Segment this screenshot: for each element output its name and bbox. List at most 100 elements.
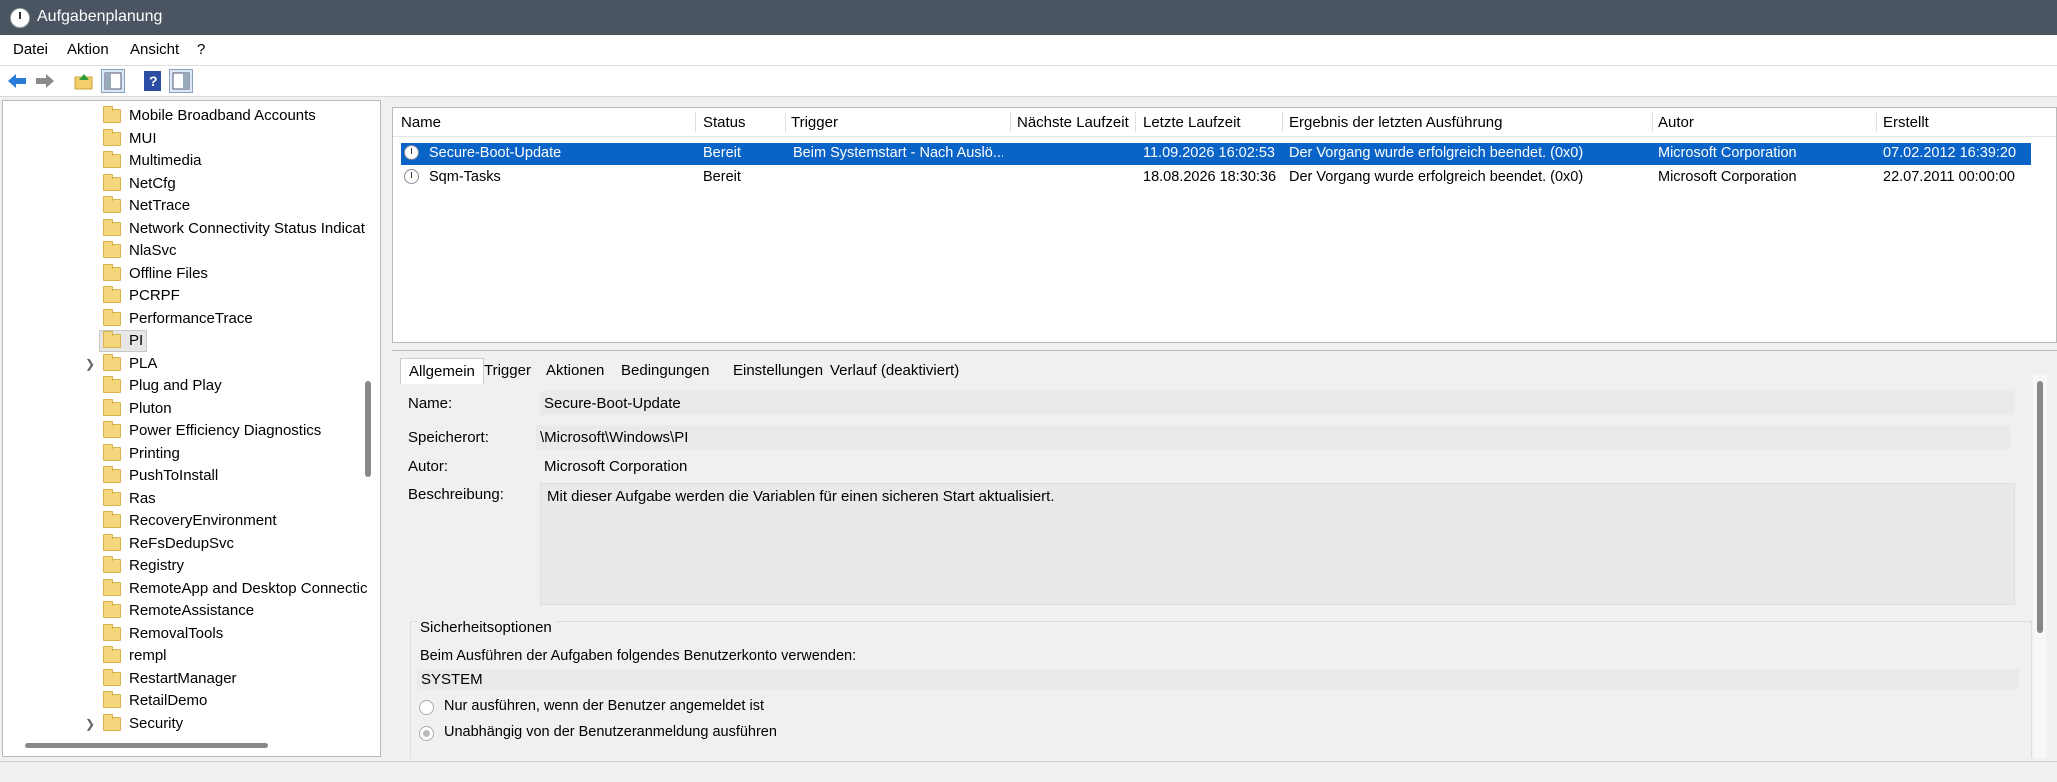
tree-item-label: RemovalTools (129, 624, 224, 642)
menu-help[interactable]: ? (197, 41, 205, 58)
expand-chevron-icon[interactable]: ❯ (85, 357, 95, 371)
menu-datei[interactable]: Datei (13, 41, 48, 58)
column-name[interactable]: Name (401, 114, 441, 131)
tree-item[interactable]: MUI (3, 128, 380, 150)
account-field[interactable]: SYSTEM (417, 669, 2019, 689)
tree-item[interactable]: RetailDemo (3, 690, 380, 712)
tab-aktionen[interactable]: Aktionen (538, 358, 612, 384)
folder-icon (103, 578, 121, 596)
forward-arrow-icon[interactable] (33, 69, 57, 93)
tree-item[interactable]: Registry (3, 555, 380, 577)
radio-run-whether-logged-on[interactable] (419, 726, 434, 741)
radio-only-logged-on[interactable] (419, 700, 434, 715)
tab-allgemein[interactable]: Allgemein (400, 358, 484, 384)
tree-item[interactable]: Power Efficiency Diagnostics (3, 420, 380, 442)
tab-bedingungen[interactable]: Bedingungen (613, 358, 717, 384)
task-details-panel: Allgemein Trigger Aktionen Bedingungen E… (392, 350, 2057, 758)
column-divider[interactable] (1010, 112, 1011, 132)
column-trigger[interactable]: Trigger (791, 114, 838, 131)
folder-icon (103, 443, 121, 461)
tree-item[interactable]: PI (3, 330, 380, 352)
column-next-run[interactable]: Nächste Laufzeit (1017, 114, 1129, 131)
column-divider[interactable] (1876, 112, 1877, 132)
tab-trigger[interactable]: Trigger (476, 358, 539, 384)
task-row[interactable]: Sqm-Tasks Bereit 18.08.2026 18:30:36 Der Vo… (401, 167, 2031, 189)
task-cell: Der Vorgang wurde erfolgreich beendet. (… (1289, 169, 1584, 185)
tree-item[interactable]: RemovalTools (3, 623, 380, 645)
task-cell: Secure-Boot-Update (429, 145, 562, 161)
tree-item[interactable]: Mobile Broadband Accounts (3, 105, 380, 127)
tree-item[interactable]: PushToInstall (3, 465, 380, 487)
column-last-run[interactable]: Letzte Laufzeit (1143, 114, 1241, 131)
tree-item[interactable]: Printing (3, 443, 380, 465)
task-cell: Microsoft Corporation (1658, 169, 1797, 185)
help-icon[interactable]: ? (141, 69, 165, 93)
tree-item[interactable]: NlaSvc (3, 240, 380, 262)
task-cell: Sqm-Tasks (429, 169, 501, 185)
action-pane-icon[interactable] (169, 69, 193, 93)
tree-item-label: Offline Files (129, 264, 208, 282)
folder-icon (103, 398, 121, 416)
name-label: Name: (408, 395, 453, 412)
column-divider[interactable] (695, 112, 696, 132)
tree-item-label: Multimedia (129, 152, 202, 169)
column-author[interactable]: Autor (1658, 114, 1694, 131)
tree-item-label: PI (129, 332, 144, 349)
tree-item[interactable]: RecoveryEnvironment (3, 510, 380, 532)
column-created[interactable]: Erstellt (1883, 114, 1929, 131)
author-field[interactable]: Microsoft Corporation (540, 454, 2015, 478)
tree-item[interactable]: RemoteAssistance (3, 600, 380, 622)
tree-item[interactable]: Network Connectivity Status Indicat (3, 218, 380, 240)
column-divider[interactable] (1135, 112, 1136, 132)
tree-vertical-scrollbar[interactable] (365, 381, 371, 477)
folder-icon (103, 466, 121, 483)
tree-item[interactable]: Ras (3, 488, 380, 510)
security-options-title: Sicherheitsoptionen (417, 619, 555, 636)
tree-item-label: Network Connectivity Status Indicat (129, 219, 365, 237)
details-vertical-scrollbar[interactable] (2037, 381, 2043, 633)
back-arrow-icon[interactable] (5, 69, 29, 93)
column-divider[interactable] (1652, 112, 1653, 132)
tree-item[interactable]: ❯ PLA (3, 353, 380, 375)
column-last-result[interactable]: Ergebnis der letzten Ausführung (1289, 114, 1502, 131)
tree-horizontal-scrollbar[interactable] (25, 743, 268, 748)
tree-item[interactable]: RestartManager (3, 668, 380, 690)
tree-item[interactable]: Multimedia (3, 150, 380, 172)
tree-item[interactable]: NetTrace (3, 195, 380, 217)
tree-item[interactable]: Offline Files (3, 263, 380, 285)
task-cell: Microsoft Corporation (1658, 145, 1797, 161)
tab-einstellungen[interactable]: Einstellungen (725, 358, 831, 384)
tree-item[interactable]: PerformanceTrace (3, 308, 380, 330)
tree-item-label: rempl (129, 647, 167, 664)
menu-aktion[interactable]: Aktion (67, 41, 109, 58)
tree-item-label: Security (129, 714, 184, 732)
tree-item[interactable]: NetCfg (3, 173, 380, 195)
column-divider[interactable] (785, 112, 786, 132)
folder-icon (103, 488, 121, 506)
folder-tree[interactable]: Mobile Broadband Accounts MUI Multimedia Ne… (2, 100, 381, 757)
tree-item[interactable]: Plug and Play (3, 375, 380, 397)
name-field[interactable]: Secure-Boot-Update (540, 391, 2015, 415)
tree-item[interactable]: RemoteApp and Desktop Connectic (3, 578, 380, 600)
column-divider[interactable] (1282, 112, 1283, 132)
tab-verlauf[interactable]: Verlauf (deaktiviert) (822, 358, 967, 384)
folder-icon (103, 286, 121, 303)
location-field[interactable]: \Microsoft\Windows\PI (536, 425, 2011, 449)
tree-item[interactable]: PCRPF (3, 285, 380, 307)
folder-icon (103, 421, 121, 438)
tree-item-label: Pluton (129, 399, 172, 417)
radio-only-logged-on-label[interactable]: Nur ausführen, wenn der Benutzer angemel… (444, 698, 764, 714)
up-folder-icon[interactable] (72, 69, 96, 93)
description-field[interactable]: Mit dieser Aufgabe werden die Variablen … (540, 483, 2015, 605)
column-status[interactable]: Status (703, 114, 746, 131)
task-row[interactable]: Secure-Boot-Update Bereit Beim Systemstart… (401, 143, 2031, 165)
show-hide-tree-icon[interactable] (101, 69, 125, 93)
tree-item[interactable]: Pluton (3, 398, 380, 420)
tree-item[interactable]: ReFsDedupSvc (3, 533, 380, 555)
expand-chevron-icon[interactable]: ❯ (85, 717, 95, 731)
tree-item[interactable]: rempl (3, 645, 380, 667)
tree-item-label: NetCfg (129, 174, 176, 192)
tree-item[interactable]: ❯ Security (3, 713, 380, 735)
menu-ansicht[interactable]: Ansicht (130, 41, 179, 58)
radio-run-whether-logged-on-label[interactable]: Unabhängig von der Benutzeranmeldung aus… (444, 724, 777, 740)
